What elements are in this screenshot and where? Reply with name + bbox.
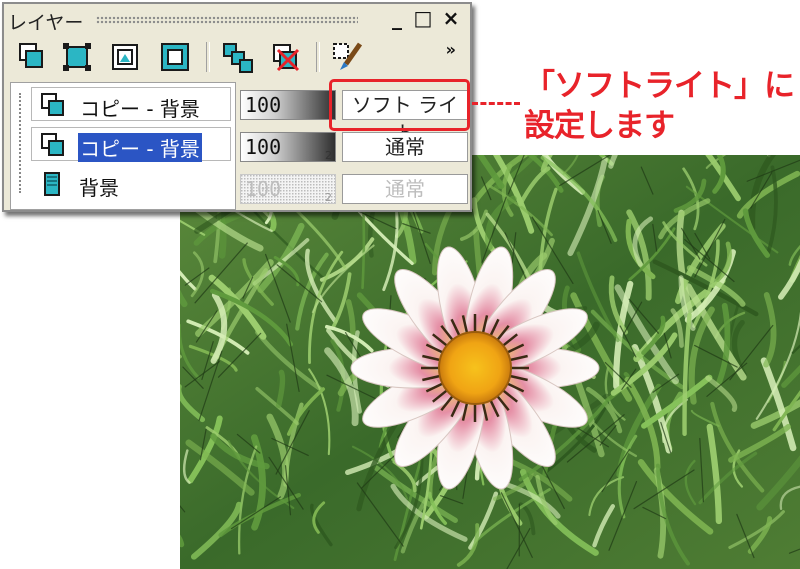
opacity-slider[interactable]: 2 100: [240, 132, 336, 162]
close-button[interactable]: ×: [440, 7, 462, 29]
blend-mode-select-disabled: 通常: [342, 174, 468, 204]
layer-brush-icon[interactable]: [330, 40, 364, 74]
layer-name-selected: コピー - 背景: [78, 133, 202, 162]
highlight-box: [329, 79, 470, 131]
maximize-button[interactable]: □: [412, 7, 434, 29]
new-layer-icon[interactable]: [14, 40, 48, 74]
titlebar[interactable]: レイヤー _ □ ×: [4, 4, 470, 34]
opacity-slider-disabled: 2 100: [240, 174, 336, 204]
blend-mode-select[interactable]: 通常: [342, 132, 468, 162]
layer-thumbnail-icon: [41, 133, 64, 156]
layer-toolbar: »: [4, 36, 470, 76]
layer-mask-icon[interactable]: [108, 40, 142, 74]
link-layers-icon[interactable]: [220, 40, 254, 74]
svg-text:2: 2: [325, 149, 332, 162]
flower-photo: [180, 155, 800, 569]
toolbar-separator: [316, 42, 320, 72]
callout-line-1: 「ソフトライト」に: [524, 68, 795, 104]
delete-layer-icon[interactable]: [268, 40, 302, 74]
opacity-value: 100: [245, 93, 282, 117]
background-layer-icon: [44, 172, 60, 196]
layer-list: コピー - 背景 コピー - 背景 背景: [10, 82, 236, 210]
layer-copy-icon[interactable]: [158, 40, 192, 74]
toolbar-overflow-icon[interactable]: »: [446, 40, 456, 59]
minimize-button[interactable]: _: [386, 7, 408, 29]
titlebar-grip[interactable]: [96, 16, 358, 24]
callout-text: 「ソフトライト」に 設定します: [524, 66, 800, 146]
toolbar-separator: [206, 42, 210, 72]
svg-text:2: 2: [325, 191, 332, 204]
window-title: レイヤー: [8, 12, 84, 34]
layer-name: 背景: [79, 176, 119, 200]
opacity-value: 100: [245, 135, 282, 159]
callout-line-2: 設定します: [524, 108, 675, 144]
callout-line: [472, 102, 520, 105]
layer-row-background[interactable]: 背景: [31, 167, 231, 201]
tree-connector: [19, 93, 31, 193]
flower-photo-image: [180, 155, 800, 569]
opacity-value: 100: [245, 177, 282, 201]
opacity-slider[interactable]: 100: [240, 90, 336, 120]
layer-row-copy-top[interactable]: コピー - 背景: [31, 87, 231, 121]
layer-row-copy-selected[interactable]: コピー - 背景: [31, 127, 231, 162]
layer-thumbnail-icon: [41, 93, 64, 116]
layer-transform-icon[interactable]: [60, 40, 94, 74]
layer-name: コピー - 背景: [80, 97, 200, 121]
